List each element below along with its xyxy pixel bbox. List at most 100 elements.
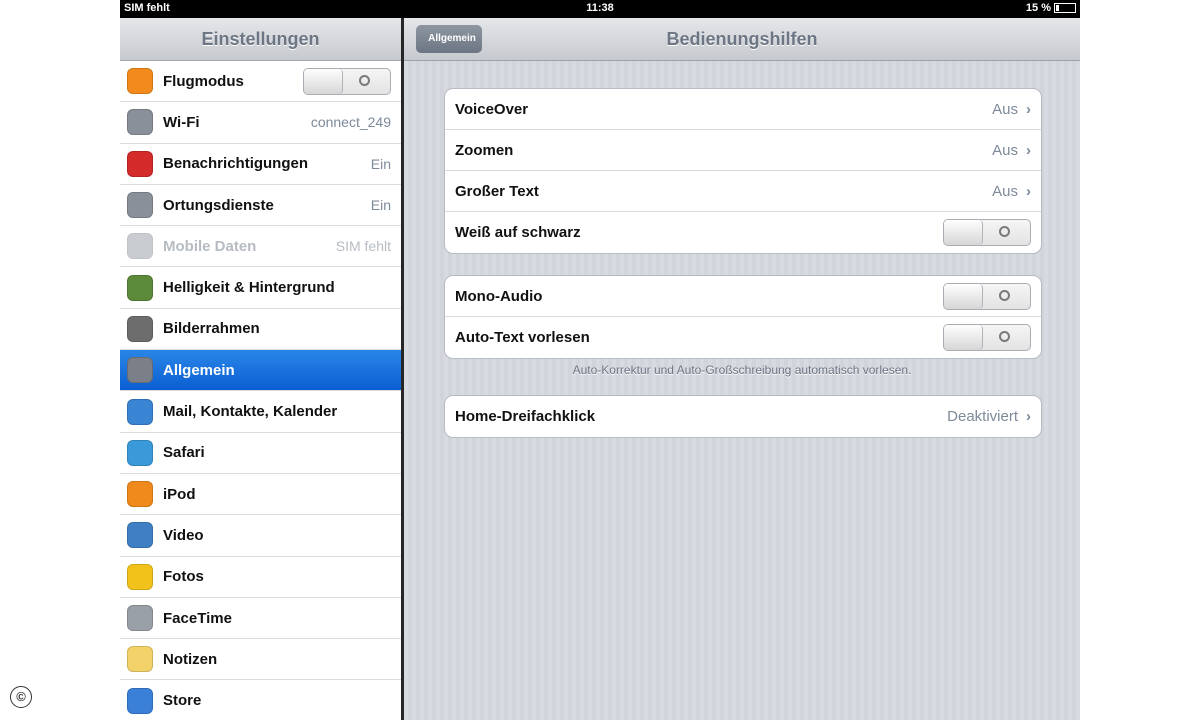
sidebar-item-value: SIM fehlt [335, 238, 391, 255]
sidebar-item-mail-kontakte-kalender[interactable]: Mail, Kontakte, Kalender [120, 391, 401, 433]
sidebar-item-flugmodus[interactable]: Flugmodus [120, 61, 401, 103]
sidebar-item-notizen[interactable]: Notizen [120, 639, 401, 681]
detail-pane: Allgemein Bedienungshilfen VoiceOver Aus ›… [404, 18, 1080, 720]
status-time: 11:38 [586, 2, 614, 14]
page-title: Bedienungshilfen [666, 29, 818, 49]
sidebar-item-wi-fi[interactable]: Wi-Fi connect_249 [120, 102, 401, 144]
setting-row-mono-audio: Mono-Audio [445, 276, 1041, 317]
toggle-switch[interactable] [943, 324, 1031, 351]
facetime-icon [127, 605, 153, 631]
sidebar-item-label: Helligkeit & Hintergrund [163, 279, 335, 297]
auto-text-footnote: Auto-Korrektur und Auto-Großschreibung a… [572, 363, 912, 377]
copyright-icon: © [10, 686, 32, 708]
setting-label: Zoomen [455, 141, 514, 159]
chevron-right-icon: › [1026, 408, 1031, 425]
gear-icon [127, 357, 153, 384]
safari-icon [127, 439, 153, 466]
wifi-icon [127, 109, 153, 136]
picture-frame-icon [127, 315, 153, 342]
sidebar-item-label: Store [163, 692, 202, 710]
sidebar-item-label: iPod [163, 485, 196, 503]
sidebar-item-label: Flugmodus [163, 72, 244, 90]
setting-label: Auto-Text vorlesen [455, 329, 590, 346]
sidebar-item-label: Allgemein [163, 361, 235, 379]
sidebar-item-label: Fotos [163, 568, 204, 586]
setting-label: Home-Dreifachklick [455, 408, 596, 425]
toggle-knob [944, 283, 983, 309]
brightness-icon [127, 274, 153, 301]
setting-row-zoomen[interactable]: Zoomen Aus › [445, 130, 1041, 171]
toggle-switch[interactable] [943, 219, 1031, 246]
toggle-knob [944, 325, 983, 350]
sidebar-item-safari[interactable]: Safari [120, 433, 401, 474]
sidebar-item-ortungsdienste[interactable]: Ortungsdienste Ein [120, 185, 401, 227]
battery-icon [1054, 3, 1076, 13]
photos-icon [127, 563, 153, 590]
accessibility-group-vision: VoiceOver Aus › Zoomen Aus › Großer Text Aus › We… [444, 88, 1042, 254]
setting-row-auto-text-vorlesen: Auto-Text vorlesen [445, 317, 1041, 358]
sidebar-item-allgemein[interactable]: Allgemein [120, 350, 401, 392]
sidebar-item-mobile-daten: Mobile Daten SIM fehlt [120, 226, 401, 268]
sidebar-item-label: FaceTime [163, 609, 232, 627]
setting-row-weiss-auf-schwarz: Weiß auf schwarz [445, 212, 1041, 253]
setting-label: Mono-Audio [455, 287, 543, 305]
sidebar-item-label: Safari [163, 444, 205, 462]
setting-value: Aus [992, 141, 1018, 159]
sidebar-item-value: connect_249 [310, 114, 391, 131]
toggle-off-icon [999, 331, 1010, 342]
sidebar-item-fotos[interactable]: Fotos [120, 557, 401, 598]
sidebar-item-benachrichtigungen[interactable]: Benachrichtigungen Ein [120, 144, 401, 185]
notifications-icon [127, 150, 153, 177]
setting-label: Großer Text [455, 182, 539, 200]
location-icon [127, 192, 153, 219]
toggle-knob [944, 220, 983, 245]
sidebar-item-label: Ortungsdienste [163, 196, 274, 214]
setting-row-voiceover[interactable]: VoiceOver Aus › [445, 89, 1041, 130]
video-icon [127, 522, 153, 549]
toggle-knob [304, 68, 343, 94]
cellular-icon [127, 233, 153, 260]
setting-value: Aus [992, 182, 1018, 200]
accessibility-group-audio: Mono-Audio Auto-Text vorlesen [444, 275, 1042, 359]
setting-value: Deaktiviert [947, 408, 1018, 425]
battery-indicator: 15 % [1026, 2, 1076, 14]
airplane-icon [127, 68, 153, 95]
toggle-off-icon [999, 226, 1010, 237]
sidebar-item-label: Bilderrahmen [163, 320, 260, 338]
toggle-switch[interactable] [943, 282, 1031, 310]
sidebar-item-helligkeit-hintergrund[interactable]: Helligkeit & Hintergrund [120, 267, 401, 309]
chevron-right-icon: › [1026, 100, 1031, 118]
sidebar-list: Flugmodus Wi-Fi connect_249 Benachrichtigun… [120, 61, 401, 720]
store-icon [127, 687, 153, 714]
ipod-icon [127, 481, 153, 508]
sidebar-item-label: Mail, Kontakte, Kalender [163, 403, 338, 421]
settings-sidebar: Einstellungen Flugmodus Wi-Fi connect_249 B… [120, 18, 401, 720]
toggle-off-icon [359, 74, 370, 86]
notes-icon [127, 646, 153, 673]
sidebar-item-facetime[interactable]: FaceTime [120, 598, 401, 640]
chevron-right-icon: › [1026, 182, 1031, 200]
battery-label: 15 % [1025, 2, 1051, 14]
setting-label: Weiß auf schwarz [455, 224, 581, 241]
sidebar-item-label: Benachrichtigungen [163, 155, 309, 173]
sidebar-item-ipod[interactable]: iPod [120, 474, 401, 516]
setting-value: Aus [992, 100, 1018, 118]
sidebar-item-label: Video [163, 526, 204, 544]
sidebar-item-bilderrahmen[interactable]: Bilderrahmen [120, 309, 401, 351]
sidebar-item-value: Ein [370, 155, 391, 172]
sidebar-item-label: Mobile Daten [163, 237, 257, 255]
ipad-screen: SIM fehlt 11:38 15 % Einstellungen Flugm… [120, 0, 1080, 720]
sidebar-item-label: Wi-Fi [163, 113, 200, 131]
mail-icon [127, 398, 153, 425]
sidebar-title: Einstellungen [120, 18, 401, 61]
sidebar-item-video[interactable]: Video [120, 515, 401, 557]
setting-row-grosser-text[interactable]: Großer Text Aus › [445, 171, 1041, 212]
sidebar-item-store[interactable]: Store [120, 680, 401, 720]
sidebar-item-label: Notizen [163, 650, 218, 668]
status-bar: SIM fehlt 11:38 15 % [120, 0, 1080, 18]
setting-row-home-dreifachklick[interactable]: Home-Dreifachklick Deaktiviert › [445, 396, 1041, 437]
nav-bar: Allgemein Bedienungshilfen [404, 18, 1080, 61]
toggle-off-icon [999, 289, 1010, 301]
toggle-switch[interactable] [303, 67, 391, 95]
chevron-right-icon: › [1026, 141, 1031, 159]
